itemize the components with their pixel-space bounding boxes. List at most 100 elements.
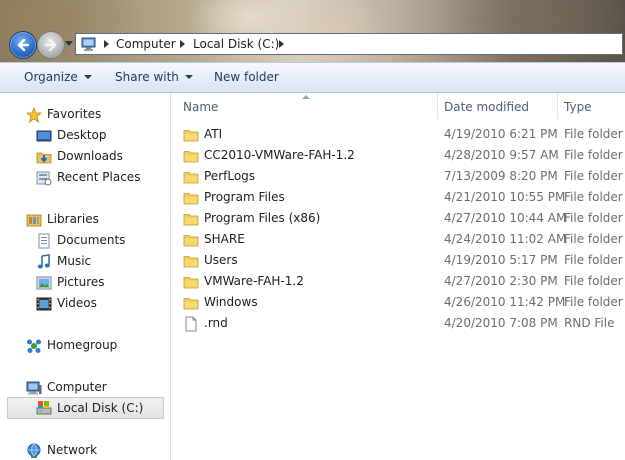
file-date: 4/27/2010 10:44 AM [444,211,567,225]
documents-icon [38,233,50,249]
nav-computer-label: Computer [47,380,107,394]
file-row[interactable]: ATI 4/19/2010 6:21 PM File folder [171,124,625,145]
file-date: 4/28/2010 9:57 AM [444,148,559,162]
file-row[interactable]: PerfLogs 7/13/2009 8:20 PM File folder [171,166,625,187]
nav-local-disk[interactable]: Local Disk (C:) [7,397,164,419]
file-row[interactable]: SHARE 4/24/2010 11:02 AM File folder [171,229,625,250]
folder-icon [183,190,199,206]
file-icon [183,316,199,332]
file-row[interactable]: VMWare-FAH-1.2 4/27/2010 2:30 PM File fo… [171,271,625,292]
address-bar[interactable]: Computer Local Disk (C:) [75,33,623,55]
folder-icon [183,211,199,227]
forward-arrow-icon [44,38,57,52]
music-icon [37,254,50,269]
nav-desktop[interactable]: Desktop [0,126,168,145]
recent-pages-dropdown-icon[interactable] [65,41,73,47]
file-date: 7/13/2009 8:20 PM [444,169,558,183]
videos-icon [36,297,52,311]
nav-recent-places[interactable]: Recent Places [0,168,168,187]
nav-network[interactable]: Network [0,441,168,460]
file-name: PerfLogs [204,169,256,183]
downloads-icon [36,152,52,164]
folder-icon [183,148,199,164]
file-date: 4/21/2010 10:55 PM [444,190,566,204]
nav-documents-label: Documents [57,233,126,247]
file-row[interactable]: Windows 4/26/2010 11:42 PM File folder [171,292,625,313]
file-date: 4/27/2010 2:30 PM [444,274,558,288]
nav-downloads[interactable]: Downloads [0,147,168,166]
recent-places-icon [36,171,52,186]
nav-homegroup[interactable]: Homegroup [0,336,168,355]
nav-downloads-label: Downloads [57,149,123,163]
nav-music-label: Music [57,254,92,268]
file-name: VMWare-FAH-1.2 [204,274,304,288]
folder-icon [183,169,199,185]
nav-libraries[interactable]: Libraries [0,210,168,229]
nav-favorites-label: Favorites [47,107,102,121]
folder-icon [183,127,199,143]
nav-videos[interactable]: Videos [0,294,168,313]
breadcrumb-separator[interactable] [180,40,185,48]
file-name: Users [204,253,238,267]
column-header-type[interactable]: Type [564,100,592,114]
file-type: File folder [564,127,623,141]
column-divider[interactable] [557,93,558,119]
file-row[interactable]: Program Files 4/21/2010 10:55 PM File fo… [171,187,625,208]
folder-icon [183,253,199,269]
column-header-date-modified[interactable]: Date modified [444,100,529,114]
command-bar: Organize Share with New folder [0,62,625,93]
drive-icon [36,401,52,415]
navigation-pane: Favorites Desktop Downloads Recent Place… [0,93,170,460]
column-header-name[interactable]: Name [183,100,218,114]
nav-homegroup-label: Homegroup [47,338,118,352]
file-type: File folder [564,148,623,162]
nav-music[interactable]: Music [0,252,168,271]
new-folder-button[interactable]: New folder [214,70,279,84]
file-type: File folder [564,169,623,183]
breadcrumb-local-disk[interactable]: Local Disk (C:) [193,37,279,51]
window-title-area: Computer Local Disk (C:) [0,0,625,62]
breadcrumb-computer[interactable]: Computer [116,37,176,51]
file-date: 4/19/2010 6:21 PM [444,127,558,141]
file-date: 4/24/2010 11:02 AM [444,232,567,246]
nav-pictures[interactable]: Pictures [0,273,168,292]
share-with-label: Share with [115,70,179,84]
computer-icon [26,381,42,395]
back-arrow-icon [17,38,30,52]
libraries-icon [26,214,42,227]
file-row[interactable]: Users 4/19/2010 5:17 PM File folder [171,250,625,271]
organize-button[interactable]: Organize [24,70,92,84]
column-divider[interactable] [437,93,438,119]
nav-network-label: Network [47,443,98,457]
file-row[interactable]: .rnd 4/20/2010 7:08 PM RND File [171,313,625,334]
file-name: Program Files [204,190,285,204]
share-with-button[interactable]: Share with [115,70,193,84]
organize-label: Organize [24,70,78,84]
file-type: RND File [564,316,615,330]
nav-computer[interactable]: Computer [0,378,168,397]
file-row[interactable]: CC2010-VMWare-FAH-1.2 4/28/2010 9:57 AM … [171,145,625,166]
nav-local-disk-label: Local Disk (C:) [57,401,144,415]
breadcrumb-separator[interactable] [104,40,109,48]
file-type: File folder [564,211,623,225]
nav-libraries-label: Libraries [47,212,99,226]
file-name: ATI [204,127,223,141]
file-name: CC2010-VMWare-FAH-1.2 [204,148,355,162]
network-icon [27,443,41,458]
nav-videos-label: Videos [57,296,97,310]
file-row[interactable]: Program Files (x86) 4/27/2010 10:44 AM F… [171,208,625,229]
breadcrumb-separator[interactable] [279,40,284,48]
back-button[interactable] [9,31,37,59]
nav-favorites[interactable]: Favorites [0,105,168,124]
file-type: File folder [564,190,623,204]
pictures-icon [36,276,52,290]
nav-documents[interactable]: Documents [0,231,168,250]
file-date: 4/19/2010 5:17 PM [444,253,558,267]
nav-pictures-label: Pictures [57,275,105,289]
desktop-icon [36,130,52,142]
file-type: File folder [564,295,623,309]
folder-icon [183,232,199,248]
file-type: File folder [564,274,623,288]
forward-button[interactable] [37,31,65,59]
nav-recent-places-label: Recent Places [57,170,141,184]
